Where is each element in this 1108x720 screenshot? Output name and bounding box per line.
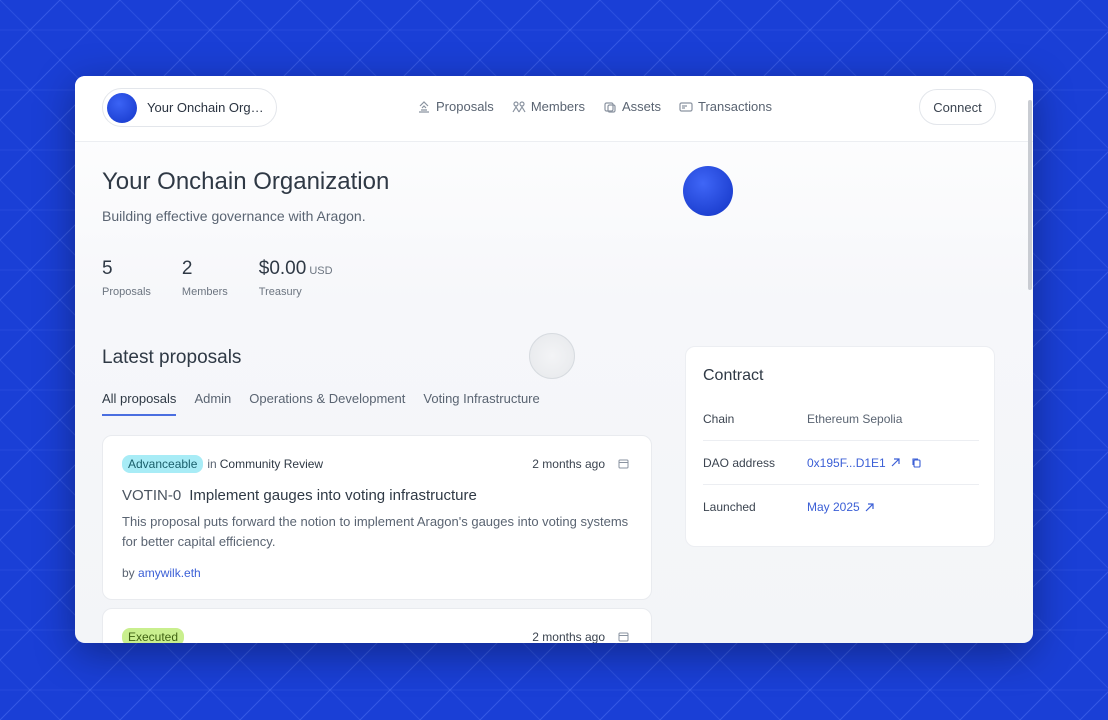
tab-all-proposals[interactable]: All proposals [102, 391, 177, 416]
proposal-title: VOTIN-0 Implement gauges into voting infr… [122, 487, 477, 504]
connect-button[interactable]: Connect [919, 89, 996, 125]
author-prefix: by [122, 566, 135, 580]
transactions-icon [679, 101, 693, 112]
org-switcher[interactable]: Your Onchain Orga... [102, 88, 277, 127]
org-short-name: Your Onchain Orga... [147, 100, 267, 115]
calendar-icon [618, 632, 629, 642]
nav-members[interactable]: Members [512, 99, 585, 114]
coins-icon [604, 101, 616, 113]
top-navbar: Your Onchain Orga... Proposals Members A… [75, 76, 1033, 142]
calendar-icon [618, 459, 629, 469]
external-link-icon [891, 458, 900, 467]
contract-panel: Contract Chain Ethereum Sepolia DAO addr… [685, 346, 995, 547]
latest-proposals-heading: Latest proposals [102, 347, 242, 368]
stat-proposals-label: Proposals [102, 286, 151, 298]
contract-row-dao-address: DAO address 0x195F...D1E1 [703, 441, 979, 485]
stat-members: 2 Members [182, 258, 228, 298]
stage-name: Community Review [219, 457, 324, 471]
stats-row: 5 Proposals 2 Members $0.00 USD Treasury [102, 258, 364, 298]
chain-value: Ethereum Sepolia [807, 411, 903, 426]
gavel-icon [419, 100, 429, 113]
proposal-card[interactable]: Advanceable in Community Review 2 months… [102, 435, 652, 600]
proposal-description: This proposal puts forward the notion to… [122, 514, 629, 549]
stat-treasury-value: $0.00 [258, 258, 307, 279]
nav-transactions[interactable]: Transactions [679, 99, 772, 114]
external-link-icon [865, 502, 874, 511]
stat-members-label: Members [181, 286, 228, 298]
stat-treasury-unit: USD [309, 265, 333, 277]
copy-icon[interactable] [911, 457, 922, 468]
page-title: Your Onchain Organization [102, 168, 390, 195]
org-logo-icon [107, 92, 137, 123]
tab-operations-development[interactable]: Operations & Development [249, 391, 405, 416]
proposal-date: 2 months ago [532, 457, 605, 471]
members-icon [512, 100, 526, 112]
proposal-tabs: All proposals Admin Operations & Develop… [102, 391, 540, 416]
launched-value: May 2025 [807, 500, 860, 514]
scrollbar[interactable] [1028, 100, 1032, 290]
stat-treasury: $0.00 USD Treasury [259, 258, 333, 298]
contract-key: Chain [703, 411, 735, 426]
stage-prefix: in [207, 457, 217, 471]
proposal-card-header: Executed [122, 628, 185, 643]
nav-proposals-label: Proposals [436, 99, 494, 114]
org-avatar [683, 166, 733, 216]
tab-voting-infrastructure[interactable]: Voting Infrastructure [423, 391, 539, 416]
nav-proposals[interactable]: Proposals [417, 99, 494, 114]
proposal-id: VOTIN-0 [122, 487, 182, 504]
app-window: Your Onchain Orga... Proposals Members A… [75, 76, 1033, 643]
proposal-author: by amywilk.eth [122, 566, 201, 580]
dao-address-link[interactable]: 0x195F...D1E1 [807, 456, 922, 470]
status-badge: Executed [122, 628, 185, 643]
stat-proposals-value: 5 [102, 258, 113, 279]
page-subtitle: Building effective governance with Arago… [102, 208, 366, 224]
status-badge: Advanceable [122, 455, 204, 473]
nav-assets-label: Assets [622, 99, 662, 114]
contract-heading: Contract [703, 367, 764, 384]
nav-links: Proposals Members Assets Transactions [417, 99, 772, 114]
contract-value: Ethereum Sepolia [807, 412, 902, 426]
launched-link[interactable]: May 2025 [807, 500, 875, 514]
stat-members-value: 2 [181, 258, 193, 279]
tab-admin[interactable]: Admin [194, 391, 231, 416]
proposal-card[interactable]: Executed 2 months ago [102, 608, 652, 643]
contract-key: DAO address [703, 455, 776, 470]
dao-address-value: 0x195F...D1E1 [807, 455, 886, 470]
proposal-date: 2 months ago [532, 630, 605, 643]
contract-key: Launched [703, 500, 756, 514]
loading-spinner [529, 333, 575, 379]
nav-transactions-label: Transactions [698, 99, 772, 114]
nav-members-label: Members [530, 99, 585, 114]
nav-assets[interactable]: Assets [603, 99, 661, 114]
author-link[interactable]: amywilk.eth [138, 566, 201, 580]
proposal-card-header: Advanceable in Community Review [122, 455, 323, 473]
proposal-title-text: Implement gauges into voting infrastruct… [189, 487, 477, 504]
contract-row-chain: Chain Ethereum Sepolia [703, 397, 979, 441]
stat-treasury-label: Treasury [258, 286, 302, 298]
contract-row-launched: Launched May 2025 [703, 485, 979, 529]
stat-proposals: 5 Proposals [102, 258, 151, 298]
